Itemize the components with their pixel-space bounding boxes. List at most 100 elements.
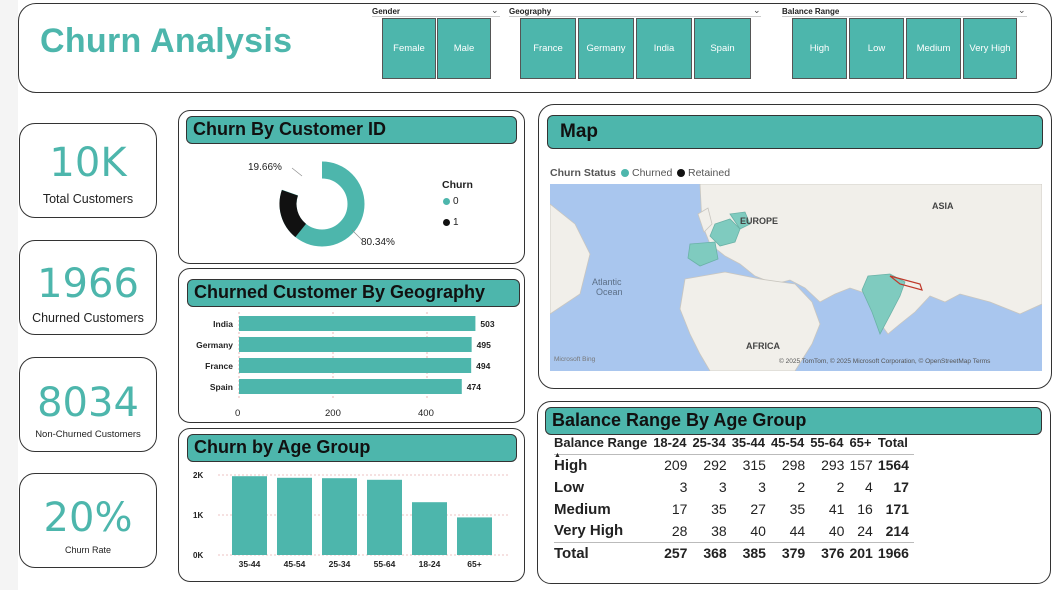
matrix-row-label: Total [554, 541, 654, 564]
matrix-col-header[interactable]: 55-64 [810, 432, 849, 454]
slicer-divider [372, 16, 500, 17]
slicer-option-very-high[interactable]: Very High [963, 18, 1017, 79]
kpi-label: Churn Rate [64, 545, 112, 555]
matrix-cell: 4 [865, 479, 873, 495]
matrix-cell: 257 [653, 541, 693, 564]
legend-dot-1 [443, 219, 450, 226]
kpi-churned-customers: 1966 Churned Customers [19, 240, 157, 335]
bing-logo: Microsoft Bing [554, 356, 596, 363]
geo-data-label: 495 [477, 340, 491, 350]
slicer-divider [782, 16, 1027, 17]
matrix-cell: 2 [836, 479, 845, 495]
world-map[interactable]: EUROPE ASIA Atlantic Ocean AFRICA © 2025… [550, 184, 1042, 371]
geo-category-label: Spain [210, 382, 233, 392]
matrix-cell: 17 [893, 479, 909, 495]
matrix-cell: 35 [789, 501, 806, 517]
matrix-cell: 379 [770, 541, 811, 564]
chevron-down-icon[interactable]: ⌄ [1018, 5, 1026, 16]
slicer-option-germany[interactable]: Germany [578, 18, 634, 79]
matrix-row: Very High 28 38 40 44 40 24 214 [554, 520, 914, 542]
matrix-col-header[interactable]: 35-44 [732, 432, 771, 454]
matrix-col-header[interactable]: Total [878, 432, 914, 454]
matrix-col-header[interactable]: 25-34 [692, 432, 731, 454]
donut-title: Churn By Customer ID [186, 116, 517, 144]
matrix-row-label: Medium [554, 500, 611, 518]
geo-tick-400: 400 [418, 408, 434, 419]
matrix-row-label: Low [554, 478, 584, 496]
age-bar-45-54 [277, 477, 312, 555]
page-title: Churn Analysis [40, 22, 293, 60]
matrix-col-header[interactable]: Balance Range [554, 432, 653, 454]
matrix-cell: 35 [711, 501, 727, 517]
matrix-col-header[interactable]: 18-24 [653, 432, 692, 454]
map-legend-title: Churn Status [550, 167, 616, 179]
chevron-down-icon[interactable]: ⌄ [491, 5, 499, 16]
matrix-cell: 293 [821, 457, 845, 474]
slicer-option-male[interactable]: Male [437, 18, 491, 79]
age-title: Churn by Age Group [187, 434, 517, 462]
matrix-row-label: Very High [554, 522, 624, 540]
geo-bar-india [239, 316, 476, 331]
geography-slicer-label: Geography [509, 7, 552, 16]
donut-label-retained: 80.34% [361, 237, 395, 248]
slicer-option-france[interactable]: France [520, 18, 576, 79]
age-bar-chart: 35-44 45-54 25-34 55-64 18-24 65+ [218, 474, 510, 569]
donut-legend-title: Churn [442, 179, 473, 191]
matrix-col-header[interactable]: 65+ [849, 432, 877, 454]
matrix-cell: 28 [671, 522, 688, 539]
age-bar-25-34 [322, 478, 357, 555]
age-category-label: 35-44 [239, 559, 261, 569]
kpi-label: Churned Customers [32, 311, 144, 325]
matrix-cell: 376 [810, 541, 850, 564]
matrix-cell: 201 [849, 541, 878, 564]
chevron-down-icon[interactable]: ⌄ [753, 5, 761, 16]
sort-ascending-icon[interactable]: ▲ [554, 452, 561, 459]
map-attribution: © 2025 TomTom, © 2025 Microsoft Corporat… [779, 357, 991, 365]
map-label-asia: ASIA [932, 201, 954, 211]
matrix-cell: 1966 [877, 541, 914, 564]
geo-data-label: 503 [480, 319, 494, 329]
matrix-cell: 2 [797, 479, 806, 495]
geo-tick-0: 0 [235, 408, 241, 419]
matrix-cell: 17 [671, 501, 688, 517]
matrix-cell: 3 [758, 479, 766, 495]
geography-bar-chart: India 503 Germany 495 France 494 Spain 474 [196, 312, 495, 400]
donut-label-churned: 19.66% [248, 162, 282, 173]
slicer-option-india[interactable]: India [636, 18, 692, 79]
slicer-option-medium[interactable]: Medium [906, 18, 961, 79]
matrix-cell: 368 [692, 541, 732, 564]
gender-slicer-label: Gender [372, 7, 401, 16]
geo-bar-france [239, 358, 472, 373]
map-label-africa: AFRICA [746, 341, 780, 351]
slicer-option-spain[interactable]: Spain [694, 18, 751, 79]
age-category-label: 55-64 [374, 559, 396, 569]
matrix-cell: 3 [718, 479, 727, 495]
matrix-cell: 298 [781, 457, 806, 474]
matrix-cell: 3 [679, 479, 688, 495]
slicer-option-high[interactable]: High [792, 18, 847, 79]
matrix-row: Low 3 3 3 2 2 4 17 [554, 476, 914, 498]
slicer-divider [509, 16, 761, 17]
matrix-cell: 16 [857, 501, 873, 517]
geography-title: Churned Customer By Geography [187, 279, 520, 307]
kpi-label: Total Customers [42, 192, 134, 206]
matrix-col-header[interactable]: 45-54 [771, 432, 810, 454]
geo-tick-200: 200 [325, 408, 341, 419]
matrix-cell: 41 [828, 501, 845, 517]
kpi-label: Non-Churned Customers [35, 429, 141, 440]
donut-chart [279, 161, 365, 247]
map-title: Map [547, 115, 1043, 149]
matrix-cell: 1564 [877, 457, 909, 474]
age-category-label: 65+ [467, 559, 481, 569]
matrix-cell: 171 [885, 501, 909, 517]
matrix-cell: 24 [857, 522, 873, 539]
matrix-cell: 214 [885, 522, 909, 539]
matrix-row: Medium 17 35 27 35 41 16 171 [554, 498, 914, 520]
matrix-cell: 38 [711, 522, 727, 539]
legend-dot-churned [621, 169, 629, 177]
slicer-option-female[interactable]: Female [382, 18, 436, 79]
matrix-row: High 209 292 315 298 293 157 1564 [554, 454, 914, 476]
kpi-value: 20% [43, 495, 133, 541]
slicer-option-low[interactable]: Low [849, 18, 904, 79]
age-category-label: 18-24 [419, 559, 441, 569]
